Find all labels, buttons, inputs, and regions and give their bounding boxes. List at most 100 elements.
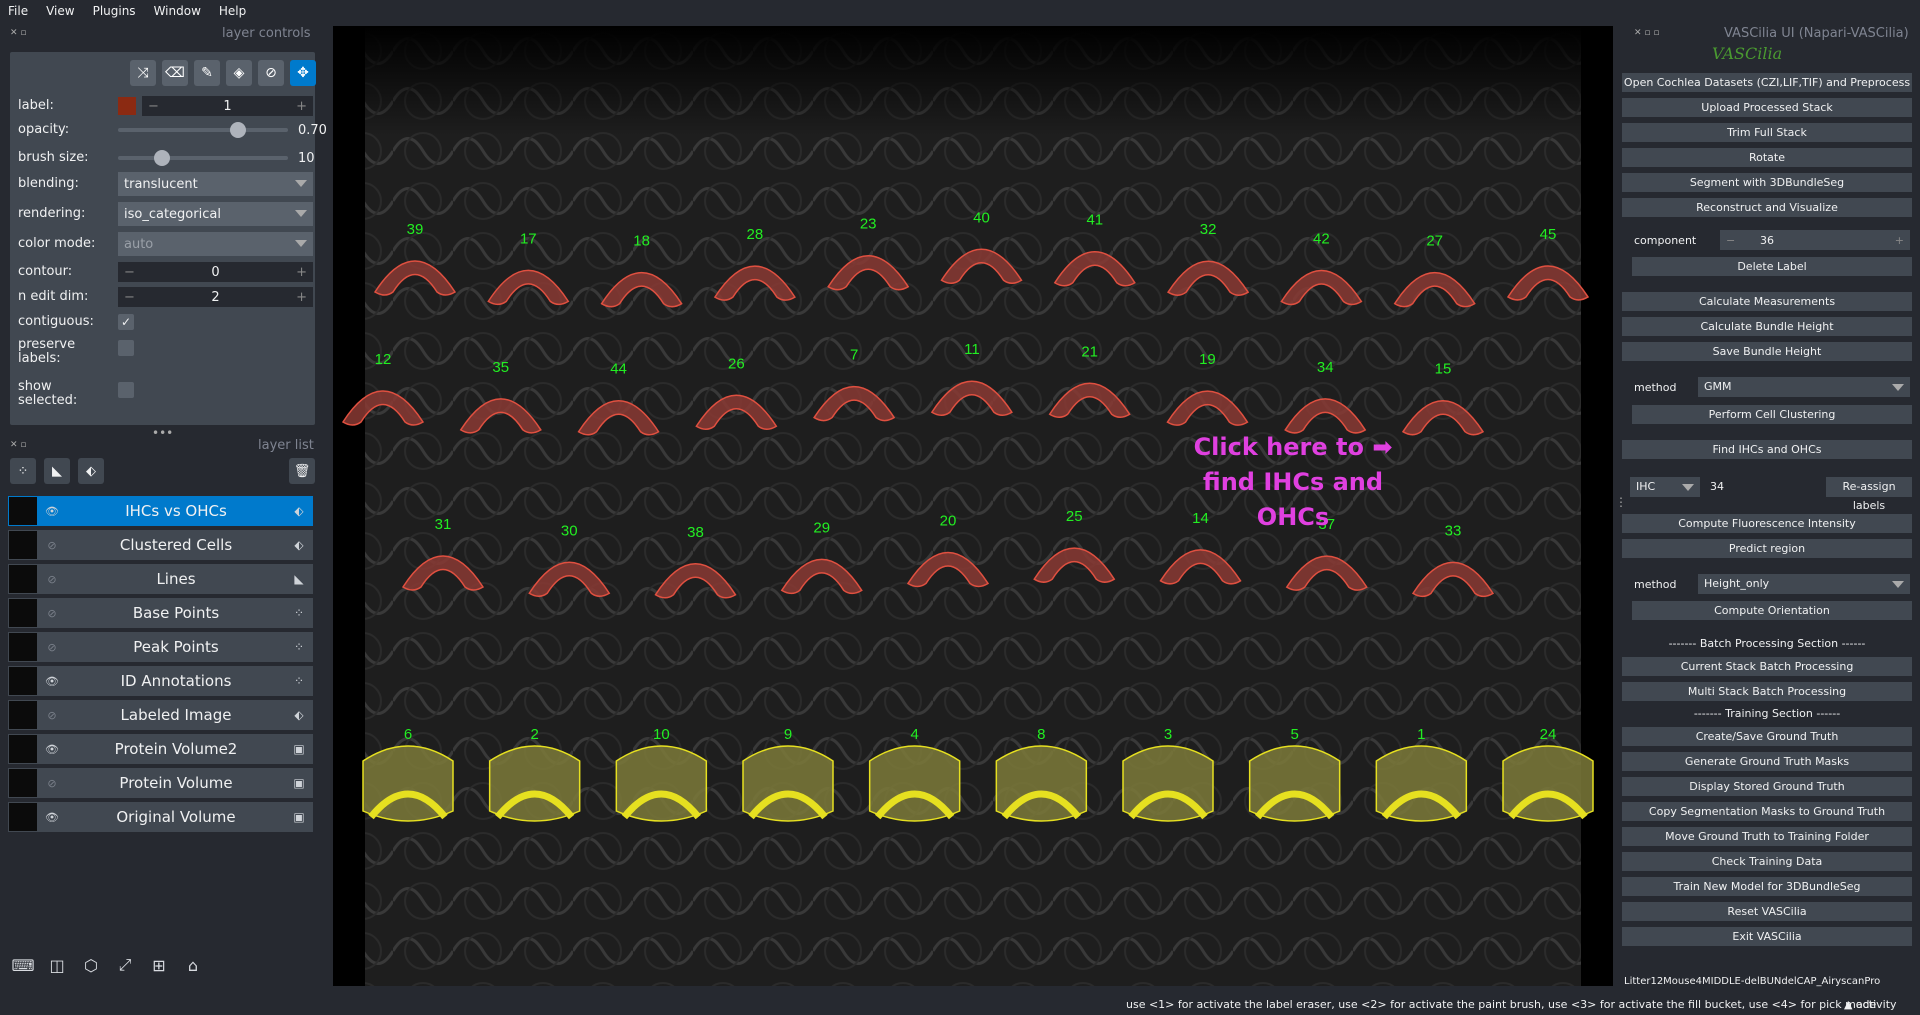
component-spinbox[interactable]: − 36 + <box>1720 230 1910 250</box>
calculate-height-button[interactable]: Calculate Bundle Height <box>1622 317 1912 336</box>
new-shapes-layer-icon[interactable]: ◣ <box>44 458 70 484</box>
cluster-button[interactable]: Perform Cell Clustering <box>1632 405 1912 424</box>
dock-close-icon[interactable]: ✕ ▫ <box>10 440 27 450</box>
new-labels-layer-icon[interactable]: ⬖ <box>78 458 104 484</box>
display-gt-button[interactable]: Display Stored Ground Truth <box>1622 777 1912 796</box>
layer-row[interactable]: ⊘ Protein Volume ▣ <box>8 768 313 798</box>
calculate-measurements-button[interactable]: Calculate Measurements <box>1622 292 1912 311</box>
menu-window[interactable]: Window <box>154 4 201 18</box>
n-edit-dim-spinbox[interactable]: − 2 + <box>118 287 313 307</box>
compute-orientation-button[interactable]: Compute Orientation <box>1632 601 1912 620</box>
layer-row[interactable]: ⊘ Clustered Cells ⬖ <box>8 530 313 560</box>
activity-button[interactable]: ▲ activity <box>1844 998 1897 1011</box>
increment-icon[interactable]: + <box>1895 234 1904 247</box>
splitter-handle[interactable]: ••• <box>152 426 173 440</box>
reconstruct-button[interactable]: Reconstruct and Visualize <box>1622 198 1912 217</box>
decrement-icon[interactable]: − <box>148 99 159 114</box>
eye-icon[interactable]: 👁 <box>37 505 67 518</box>
decrement-icon[interactable]: − <box>124 265 135 280</box>
generate-gt-button[interactable]: Generate Ground Truth Masks <box>1622 752 1912 771</box>
new-points-layer-icon[interactable]: ⁘ <box>10 458 36 484</box>
roll-icon[interactable]: ⬡ <box>78 952 104 978</box>
predict-region-button[interactable]: Predict region <box>1622 539 1912 558</box>
contour-spinbox[interactable]: − 0 + <box>118 262 313 282</box>
train-model-button[interactable]: Train New Model for 3DBundleSeg <box>1622 877 1912 896</box>
decrement-icon[interactable]: − <box>1726 234 1735 247</box>
show-selected-checkbox[interactable] <box>118 382 134 398</box>
label-spinbox[interactable]: − 1 + <box>142 96 313 116</box>
eye-off-icon[interactable]: ⊘ <box>37 607 67 620</box>
reassign-labels-button[interactable]: Re-assign labels <box>1826 477 1912 512</box>
create-gt-button[interactable]: Create/Save Ground Truth <box>1622 727 1912 746</box>
eraser-icon[interactable]: ⌫ <box>162 60 188 86</box>
increment-icon[interactable]: + <box>296 265 307 280</box>
layer-row[interactable]: ⊘ Labeled Image ⬖ <box>8 700 313 730</box>
layer-row[interactable]: ⊘ Peak Points ⁘ <box>8 632 313 662</box>
delete-label-button[interactable]: Delete Label <box>1632 257 1912 276</box>
cell-type-select[interactable]: IHC <box>1630 477 1700 497</box>
eye-icon[interactable]: 👁 <box>37 811 67 824</box>
orientation-method-select[interactable]: Height_only <box>1698 574 1910 594</box>
open-datasets-button[interactable]: Open Cochlea Datasets (CZI,LIF,TIF) and … <box>1622 73 1912 92</box>
shuffle-colors-icon[interactable]: ⤨ <box>130 60 156 86</box>
home-icon[interactable]: ⌂ <box>180 952 206 978</box>
save-height-button[interactable]: Save Bundle Height <box>1622 342 1912 361</box>
trim-stack-button[interactable]: Trim Full Stack <box>1622 123 1912 142</box>
console-icon[interactable]: ⌨ <box>10 952 36 978</box>
eye-icon[interactable]: 👁 <box>37 743 67 756</box>
layer-row[interactable]: 👁 Protein Volume2 ▣ <box>8 734 313 764</box>
menu-view[interactable]: View <box>46 4 74 18</box>
brush-size-slider[interactable] <box>118 150 288 166</box>
check-training-button[interactable]: Check Training Data <box>1622 852 1912 871</box>
transpose-icon[interactable]: ⤢ <box>112 952 138 978</box>
current-batch-button[interactable]: Current Stack Batch Processing <box>1622 657 1912 676</box>
delete-layer-icon[interactable]: 🗑 <box>289 458 315 484</box>
layer-row[interactable]: ⊘ Lines ◣ <box>8 564 313 594</box>
eye-icon[interactable]: 👁 <box>37 675 67 688</box>
dock-close-icon[interactable]: ✕ ▫ ▫ <box>1634 28 1659 38</box>
eye-off-icon[interactable]: ⊘ <box>37 641 67 654</box>
upload-stack-button[interactable]: Upload Processed Stack <box>1622 98 1912 117</box>
color-mode-select[interactable]: auto <box>118 232 313 256</box>
menu-help[interactable]: Help <box>219 4 246 18</box>
eye-off-icon[interactable]: ⊘ <box>37 777 67 790</box>
increment-icon[interactable]: + <box>296 99 307 114</box>
layer-row[interactable]: 👁 ID Annotations ⁘ <box>8 666 313 696</box>
fluorescence-button[interactable]: Compute Fluorescence Intensity <box>1622 514 1912 533</box>
layer-row[interactable]: 👁 IHCs vs OHCs ⬖ <box>8 496 313 526</box>
segment-button[interactable]: Segment with 3DBundleSeg <box>1622 173 1912 192</box>
brush-size-slider-handle[interactable] <box>154 150 170 166</box>
increment-icon[interactable]: + <box>296 290 307 305</box>
menu-file[interactable]: File <box>8 4 28 18</box>
decrement-icon[interactable]: − <box>124 290 135 305</box>
opacity-slider[interactable] <box>118 122 288 138</box>
ndisplay-icon[interactable]: ◫ <box>44 952 70 978</box>
preserve-labels-checkbox[interactable] <box>118 340 134 356</box>
layer-row[interactable]: 👁 Original Volume ▣ <box>8 802 313 832</box>
reset-button[interactable]: Reset VASCilia <box>1622 902 1912 921</box>
image-canvas[interactable]: 39 17 18 28 23 40 41 32 42 27 45 12 35 44 26 7 11 21 19 34 1… <box>333 26 1613 986</box>
rendering-select[interactable]: iso_categorical <box>118 202 313 226</box>
find-ihcs-ohcs-button[interactable]: Find IHCs and OHCs <box>1622 440 1912 459</box>
contiguous-checkbox[interactable]: ✓ <box>118 314 134 330</box>
label-id-input[interactable]: 34 <box>1704 477 1804 497</box>
layer-row[interactable]: ⊘ Base Points ⁘ <box>8 598 313 628</box>
fill-bucket-icon[interactable]: ◈ <box>226 60 252 86</box>
opacity-slider-handle[interactable] <box>230 122 246 138</box>
pan-zoom-icon[interactable]: ✥ <box>290 60 316 86</box>
multi-batch-button[interactable]: Multi Stack Batch Processing <box>1622 682 1912 701</box>
cluster-method-select[interactable]: GMM <box>1698 377 1910 397</box>
move-gt-button[interactable]: Move Ground Truth to Training Folder <box>1622 827 1912 846</box>
menu-plugins[interactable]: Plugins <box>93 4 136 18</box>
rotate-button[interactable]: Rotate <box>1622 148 1912 167</box>
copy-seg-button[interactable]: Copy Segmentation Masks to Ground Truth <box>1622 802 1912 821</box>
eye-off-icon[interactable]: ⊘ <box>37 539 67 552</box>
blending-select[interactable]: translucent <box>118 172 313 196</box>
paint-brush-icon[interactable]: ✎ <box>194 60 220 86</box>
eye-off-icon[interactable]: ⊘ <box>37 573 67 586</box>
dock-close-icon[interactable]: ✕ ▫ <box>10 28 27 38</box>
eye-off-icon[interactable]: ⊘ <box>37 709 67 722</box>
color-picker-icon[interactable]: ⊘ <box>258 60 284 86</box>
exit-button[interactable]: Exit VASCilia <box>1622 927 1912 946</box>
grid-icon[interactable]: ⊞ <box>146 952 172 978</box>
